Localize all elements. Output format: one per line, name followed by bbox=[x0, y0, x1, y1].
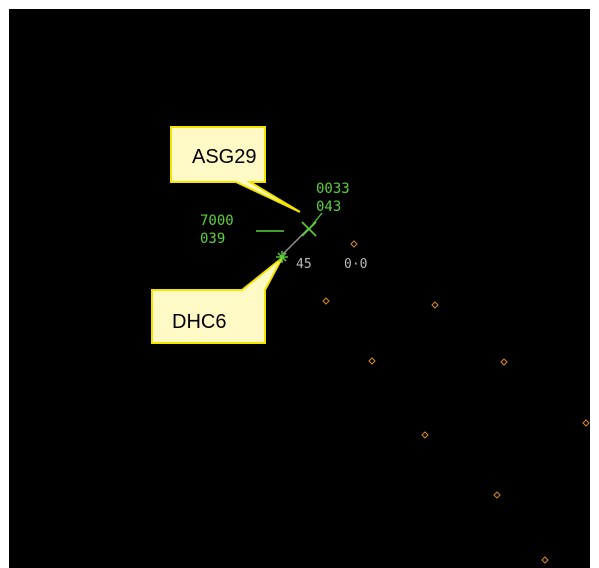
diamond-marker-icon bbox=[541, 556, 549, 564]
map-markers bbox=[322, 240, 590, 564]
callout-label-asg29: ASG29 bbox=[192, 146, 256, 168]
callout-dhc6: DHC6 bbox=[151, 257, 283, 344]
diamond-marker-icon bbox=[500, 358, 508, 366]
x-target-icon[interactable] bbox=[301, 212, 323, 237]
diamond-marker-icon bbox=[431, 301, 439, 309]
callout-label-dhc6: DHC6 bbox=[172, 311, 226, 333]
diamond-marker-icon bbox=[368, 357, 376, 365]
radar-overlay: ASG29 DHC6 0033 043 7000 039 45 0·0 bbox=[151, 126, 590, 564]
diamond-marker-icon bbox=[322, 297, 330, 305]
asg29-datablock-line1: 0033 bbox=[316, 181, 350, 197]
dhc6-altitude: 45 bbox=[296, 257, 312, 272]
asg29-datablock-line2: 043 bbox=[316, 199, 341, 215]
diamond-marker-icon bbox=[582, 419, 590, 427]
diamond-marker-icon bbox=[350, 240, 358, 248]
callout-asg29: ASG29 bbox=[170, 126, 301, 213]
diamond-marker-icon bbox=[493, 491, 501, 499]
left-tag-line2: 039 bbox=[200, 231, 225, 247]
dhc6-vector: 0·0 bbox=[344, 257, 367, 272]
diamond-marker-icon bbox=[421, 431, 429, 439]
left-tag-line1: 7000 bbox=[200, 213, 234, 229]
